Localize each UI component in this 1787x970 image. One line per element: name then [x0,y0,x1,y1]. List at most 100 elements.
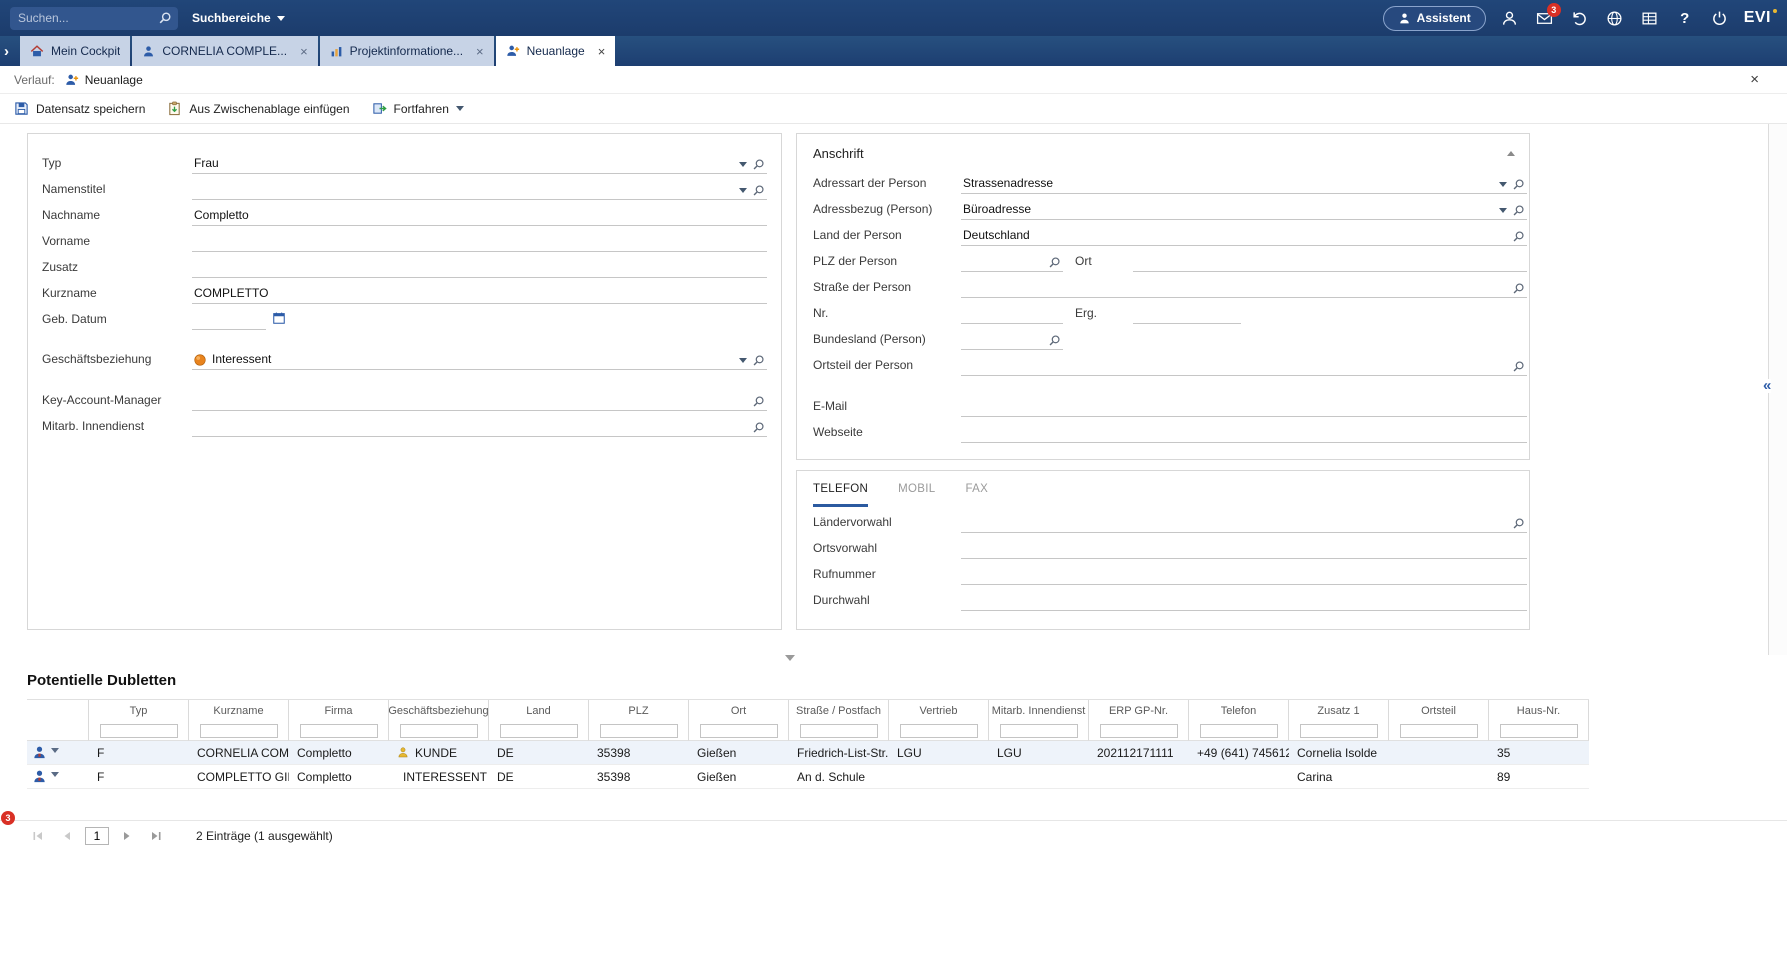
row-actions-chevron-icon[interactable] [51,772,59,781]
durchwahl-field[interactable] [961,591,1527,611]
table-row[interactable]: F CORNELIA COM... Completto KUNDE DE 353… [27,741,1589,765]
bundesland-field[interactable] [961,330,1063,350]
filter-firma-input[interactable] [300,724,378,738]
column-header-plz[interactable]: PLZ [589,700,689,721]
assistant-button[interactable]: Assistent [1383,6,1486,31]
column-header-erp[interactable]: ERP GP-Nr. [1089,700,1189,721]
close-icon[interactable]: × [476,45,484,58]
history-item-neuanlage[interactable]: Neuanlage [65,73,143,87]
chevron-down-icon[interactable] [1499,182,1507,191]
column-header-telefon[interactable]: Telefon [1189,700,1289,721]
search-icon[interactable] [1512,360,1525,373]
land-field[interactable]: Deutschland [961,226,1527,246]
column-header-strasse[interactable]: Straße / Postfach [789,700,889,721]
filter-typ-input[interactable] [100,724,178,738]
gebdatum-field[interactable] [192,310,266,330]
vorname-field[interactable] [192,232,767,252]
filter-plz-input[interactable] [600,724,678,738]
notifications-button[interactable]: 3 [1534,7,1556,29]
namenstitel-field[interactable] [192,180,767,200]
close-icon[interactable]: × [300,45,308,58]
adressart-field[interactable]: Strassenadresse [961,174,1527,194]
collapse-panel-icon[interactable]: « [1763,379,1771,393]
chevron-down-icon[interactable] [739,358,747,367]
search-icon[interactable] [752,421,765,434]
search-icon[interactable] [1048,256,1061,269]
search-icon[interactable] [1512,282,1525,295]
laendervorwahl-field[interactable] [961,513,1527,533]
tab-mobil[interactable]: MOBIL [898,483,935,507]
column-header-icon[interactable] [27,700,89,721]
search-icon[interactable] [752,184,765,197]
filter-telefon-input[interactable] [1200,724,1278,738]
zusatz-field[interactable] [192,258,767,278]
search-icon[interactable] [1512,178,1525,191]
filter-vertrieb-input[interactable] [900,724,978,738]
rufnummer-field[interactable] [961,565,1527,585]
adressbezug-field[interactable]: Büroadresse [961,200,1527,220]
search-icon[interactable] [1512,204,1525,217]
email-field[interactable] [961,397,1527,417]
tab-cornelia-completto[interactable]: CORNELIA COMPLE... × [132,36,317,66]
mitarb-innendienst-field[interactable] [192,417,767,437]
kurzname-field[interactable]: COMPLETTO [192,284,767,304]
user-button[interactable] [1499,7,1521,29]
column-header-typ[interactable]: Typ [89,700,189,721]
next-page-button[interactable] [116,826,138,845]
globe-button[interactable] [1604,7,1626,29]
splitter-chevron-icon[interactable] [785,655,795,666]
plz-field[interactable] [961,252,1063,272]
filter-geschaeftsbeziehung-input[interactable] [400,724,478,738]
column-header-geschaeftsbeziehung[interactable]: Geschäftsbeziehung [389,700,489,721]
ort-field[interactable] [1133,252,1527,272]
paste-from-clipboard-button[interactable]: Aus Zwischenablage einfügen [167,101,349,116]
tab-fax[interactable]: FAX [965,483,988,507]
typ-field[interactable]: Frau [192,154,767,174]
column-header-land[interactable]: Land [489,700,589,721]
tab-mein-cockpit[interactable]: Mein Cockpit [20,36,130,66]
continue-button[interactable]: Fortfahren [372,101,464,116]
undo-button[interactable] [1569,7,1591,29]
page-number-input[interactable] [85,827,109,845]
search-input[interactable] [18,11,158,25]
expand-sidebar-icon[interactable]: › [4,43,20,60]
chevron-down-icon[interactable] [1499,208,1507,217]
column-header-vertrieb[interactable]: Vertrieb [889,700,989,721]
webseite-field[interactable] [961,423,1527,443]
search-icon[interactable] [1512,230,1525,243]
column-header-hausnr[interactable]: Haus-Nr. [1489,700,1589,721]
search-icon[interactable] [752,354,765,367]
table-row[interactable]: F COMPLETTO GIE... Completto INTERESSENT… [27,765,1589,789]
ortsteil-field[interactable] [961,356,1527,376]
nr-field[interactable] [961,304,1063,324]
tab-projektinformationen[interactable]: Projektinformatione... × [320,36,494,66]
filter-land-input[interactable] [500,724,578,738]
notification-corner-badge[interactable]: 3 [1,811,15,825]
tab-telefon[interactable]: TELEFON [813,483,868,507]
geschaeftsbeziehung-field[interactable]: Interessent [192,350,767,370]
nachname-field[interactable]: Completto [192,206,767,226]
strasse-field[interactable] [961,278,1527,298]
erg-field[interactable] [1133,304,1241,324]
save-record-button[interactable]: Datensatz speichern [14,101,145,116]
filter-ort-input[interactable] [700,724,778,738]
column-header-ort[interactable]: Ort [689,700,789,721]
close-icon[interactable]: × [1750,71,1773,88]
filter-innendienst-input[interactable] [1000,724,1078,738]
column-header-zusatz1[interactable]: Zusatz 1 [1289,700,1389,721]
filter-strasse-input[interactable] [800,724,878,738]
filter-kurzname-input[interactable] [200,724,278,738]
tab-neuanlage[interactable]: Neuanlage × [496,36,616,66]
column-header-firma[interactable]: Firma [289,700,389,721]
search-icon[interactable] [1048,334,1061,347]
chevron-up-icon[interactable] [1507,147,1515,156]
last-page-button[interactable] [145,826,167,845]
filter-zusatz1-input[interactable] [1300,724,1378,738]
search-icon[interactable] [1512,517,1525,530]
table-view-button[interactable] [1639,7,1661,29]
search-icon[interactable] [752,158,765,171]
search-areas-button[interactable]: Suchbereiche [192,11,285,25]
filter-hausnr-input[interactable] [1500,724,1578,738]
column-header-kurzname[interactable]: Kurzname [189,700,289,721]
column-header-innendienst[interactable]: Mitarb. Innendienst [989,700,1089,721]
